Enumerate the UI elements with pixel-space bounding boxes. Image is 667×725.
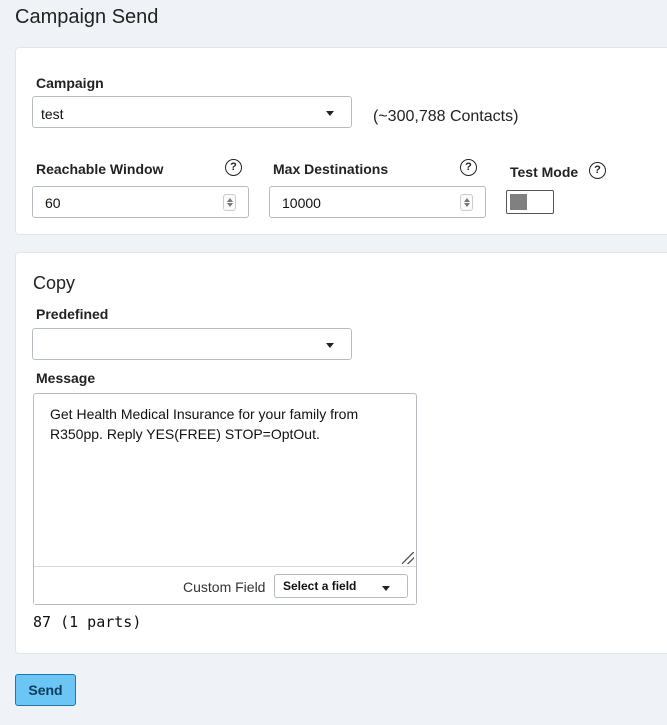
- reachable-window-help-icon[interactable]: ?: [225, 159, 242, 176]
- predefined-select[interactable]: [32, 328, 352, 360]
- campaign-label: Campaign: [36, 75, 104, 91]
- contacts-count: (~300,788 Contacts): [373, 108, 519, 125]
- max-destinations-input[interactable]: 10000: [269, 186, 486, 218]
- campaign-settings-card: Campaign test (~300,788 Contacts) Reacha…: [15, 47, 667, 235]
- custom-field-select[interactable]: Select a field: [274, 574, 408, 598]
- predefined-label: Predefined: [36, 306, 109, 322]
- number-spinner-icon[interactable]: [460, 194, 473, 211]
- character-count: 87 (1 parts): [33, 613, 142, 631]
- custom-field-label: Custom Field: [183, 579, 266, 595]
- reachable-window-value: 60: [45, 195, 61, 211]
- message-editor: Get Health Medical Insurance for your fa…: [33, 393, 417, 605]
- send-button[interactable]: Send: [15, 674, 76, 706]
- reachable-window-input[interactable]: 60: [32, 186, 249, 218]
- message-textarea[interactable]: Get Health Medical Insurance for your fa…: [50, 404, 400, 444]
- custom-field-select-value: Select a field: [283, 579, 357, 593]
- resize-handle-icon[interactable]: [402, 552, 414, 564]
- custom-field-bar: Custom Field Select a field: [34, 566, 416, 604]
- chevron-down-icon: [326, 111, 334, 116]
- page-title: Campaign Send: [15, 6, 159, 28]
- number-spinner-icon[interactable]: [223, 194, 236, 211]
- max-destinations-label: Max Destinations: [273, 161, 389, 177]
- test-mode-help-icon[interactable]: ?: [589, 162, 606, 179]
- max-destinations-help-icon[interactable]: ?: [460, 159, 477, 176]
- max-destinations-value: 10000: [282, 195, 321, 211]
- toggle-knob: [510, 194, 527, 210]
- test-mode-label: Test Mode: [510, 164, 579, 180]
- campaign-select[interactable]: test: [32, 96, 352, 128]
- reachable-window-label: Reachable Window: [36, 161, 164, 177]
- message-label: Message: [36, 370, 96, 386]
- chevron-down-icon: [382, 586, 390, 591]
- test-mode-toggle[interactable]: [506, 190, 554, 214]
- copy-card: Copy Predefined Message Get Health Medic…: [15, 252, 667, 654]
- copy-section-title: Copy: [33, 273, 76, 293]
- chevron-down-icon: [326, 343, 334, 348]
- campaign-select-value: test: [41, 106, 64, 122]
